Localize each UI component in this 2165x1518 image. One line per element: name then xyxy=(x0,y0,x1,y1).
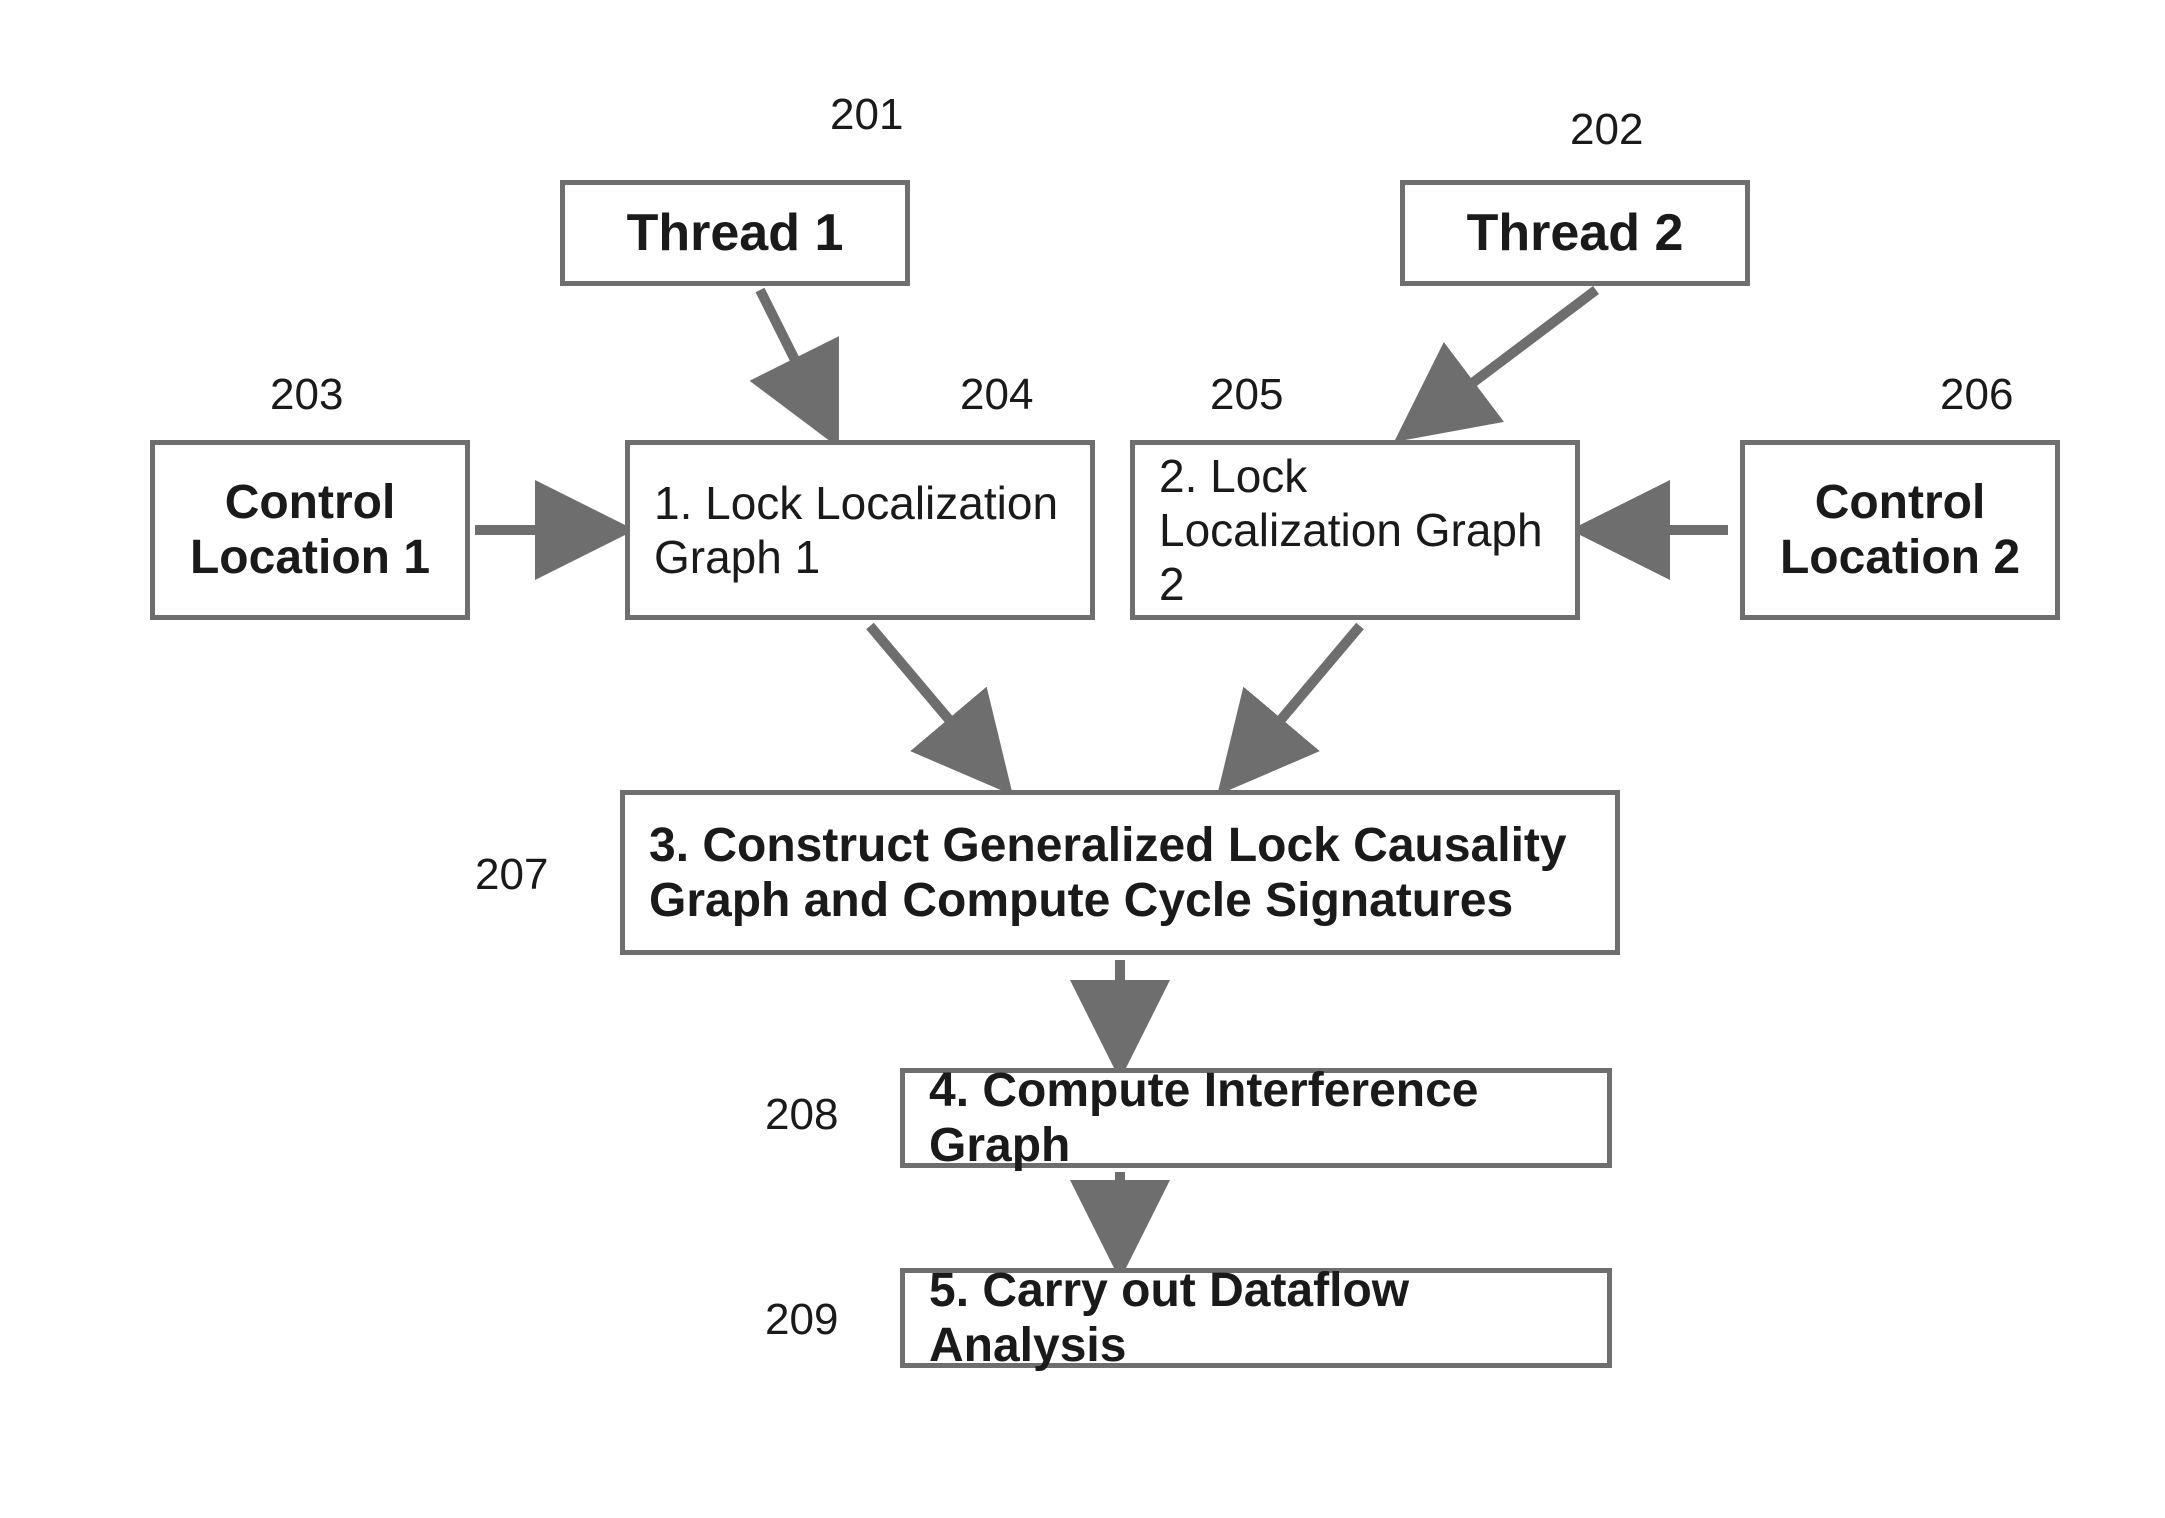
ref-202: 202 xyxy=(1570,105,1643,155)
box-step-4-text: 4. Compute Interference Graph xyxy=(929,1063,1583,1173)
box-llg1-text: 1. Lock Localization Graph 1 xyxy=(654,476,1066,584)
ref-206: 206 xyxy=(1940,370,2013,420)
ref-201: 201 xyxy=(830,90,903,140)
box-step-3-text: 3. Construct Generalized Lock Causality … xyxy=(649,818,1591,928)
box-lock-localization-graph-2: 2. Lock Localization Graph 2 xyxy=(1130,440,1580,620)
diagram-canvas: 201 202 203 204 205 206 207 208 209 Thre… xyxy=(0,0,2165,1518)
ref-204: 204 xyxy=(960,370,1033,420)
box-thread-2-text: Thread 2 xyxy=(1467,203,1684,263)
box-thread-1: Thread 1 xyxy=(560,180,910,286)
box-control-location-2-text: Control Location 2 xyxy=(1769,475,2031,585)
ref-207: 207 xyxy=(475,850,548,900)
box-step-4: 4. Compute Interference Graph xyxy=(900,1068,1612,1168)
box-control-location-1: Control Location 1 xyxy=(150,440,470,620)
ref-205: 205 xyxy=(1210,370,1283,420)
box-llg2-text: 2. Lock Localization Graph 2 xyxy=(1159,449,1551,611)
ref-208: 208 xyxy=(765,1090,838,1140)
box-step-3: 3. Construct Generalized Lock Causality … xyxy=(620,790,1620,955)
ref-209: 209 xyxy=(765,1295,838,1345)
box-thread-1-text: Thread 1 xyxy=(627,203,844,263)
box-lock-localization-graph-1: 1. Lock Localization Graph 1 xyxy=(625,440,1095,620)
box-step-5: 5. Carry out Dataflow Analysis xyxy=(900,1268,1612,1368)
ref-203: 203 xyxy=(270,370,343,420)
box-step-5-text: 5. Carry out Dataflow Analysis xyxy=(929,1263,1583,1373)
box-thread-2: Thread 2 xyxy=(1400,180,1750,286)
box-control-location-2: Control Location 2 xyxy=(1740,440,2060,620)
box-control-location-1-text: Control Location 1 xyxy=(179,475,441,585)
